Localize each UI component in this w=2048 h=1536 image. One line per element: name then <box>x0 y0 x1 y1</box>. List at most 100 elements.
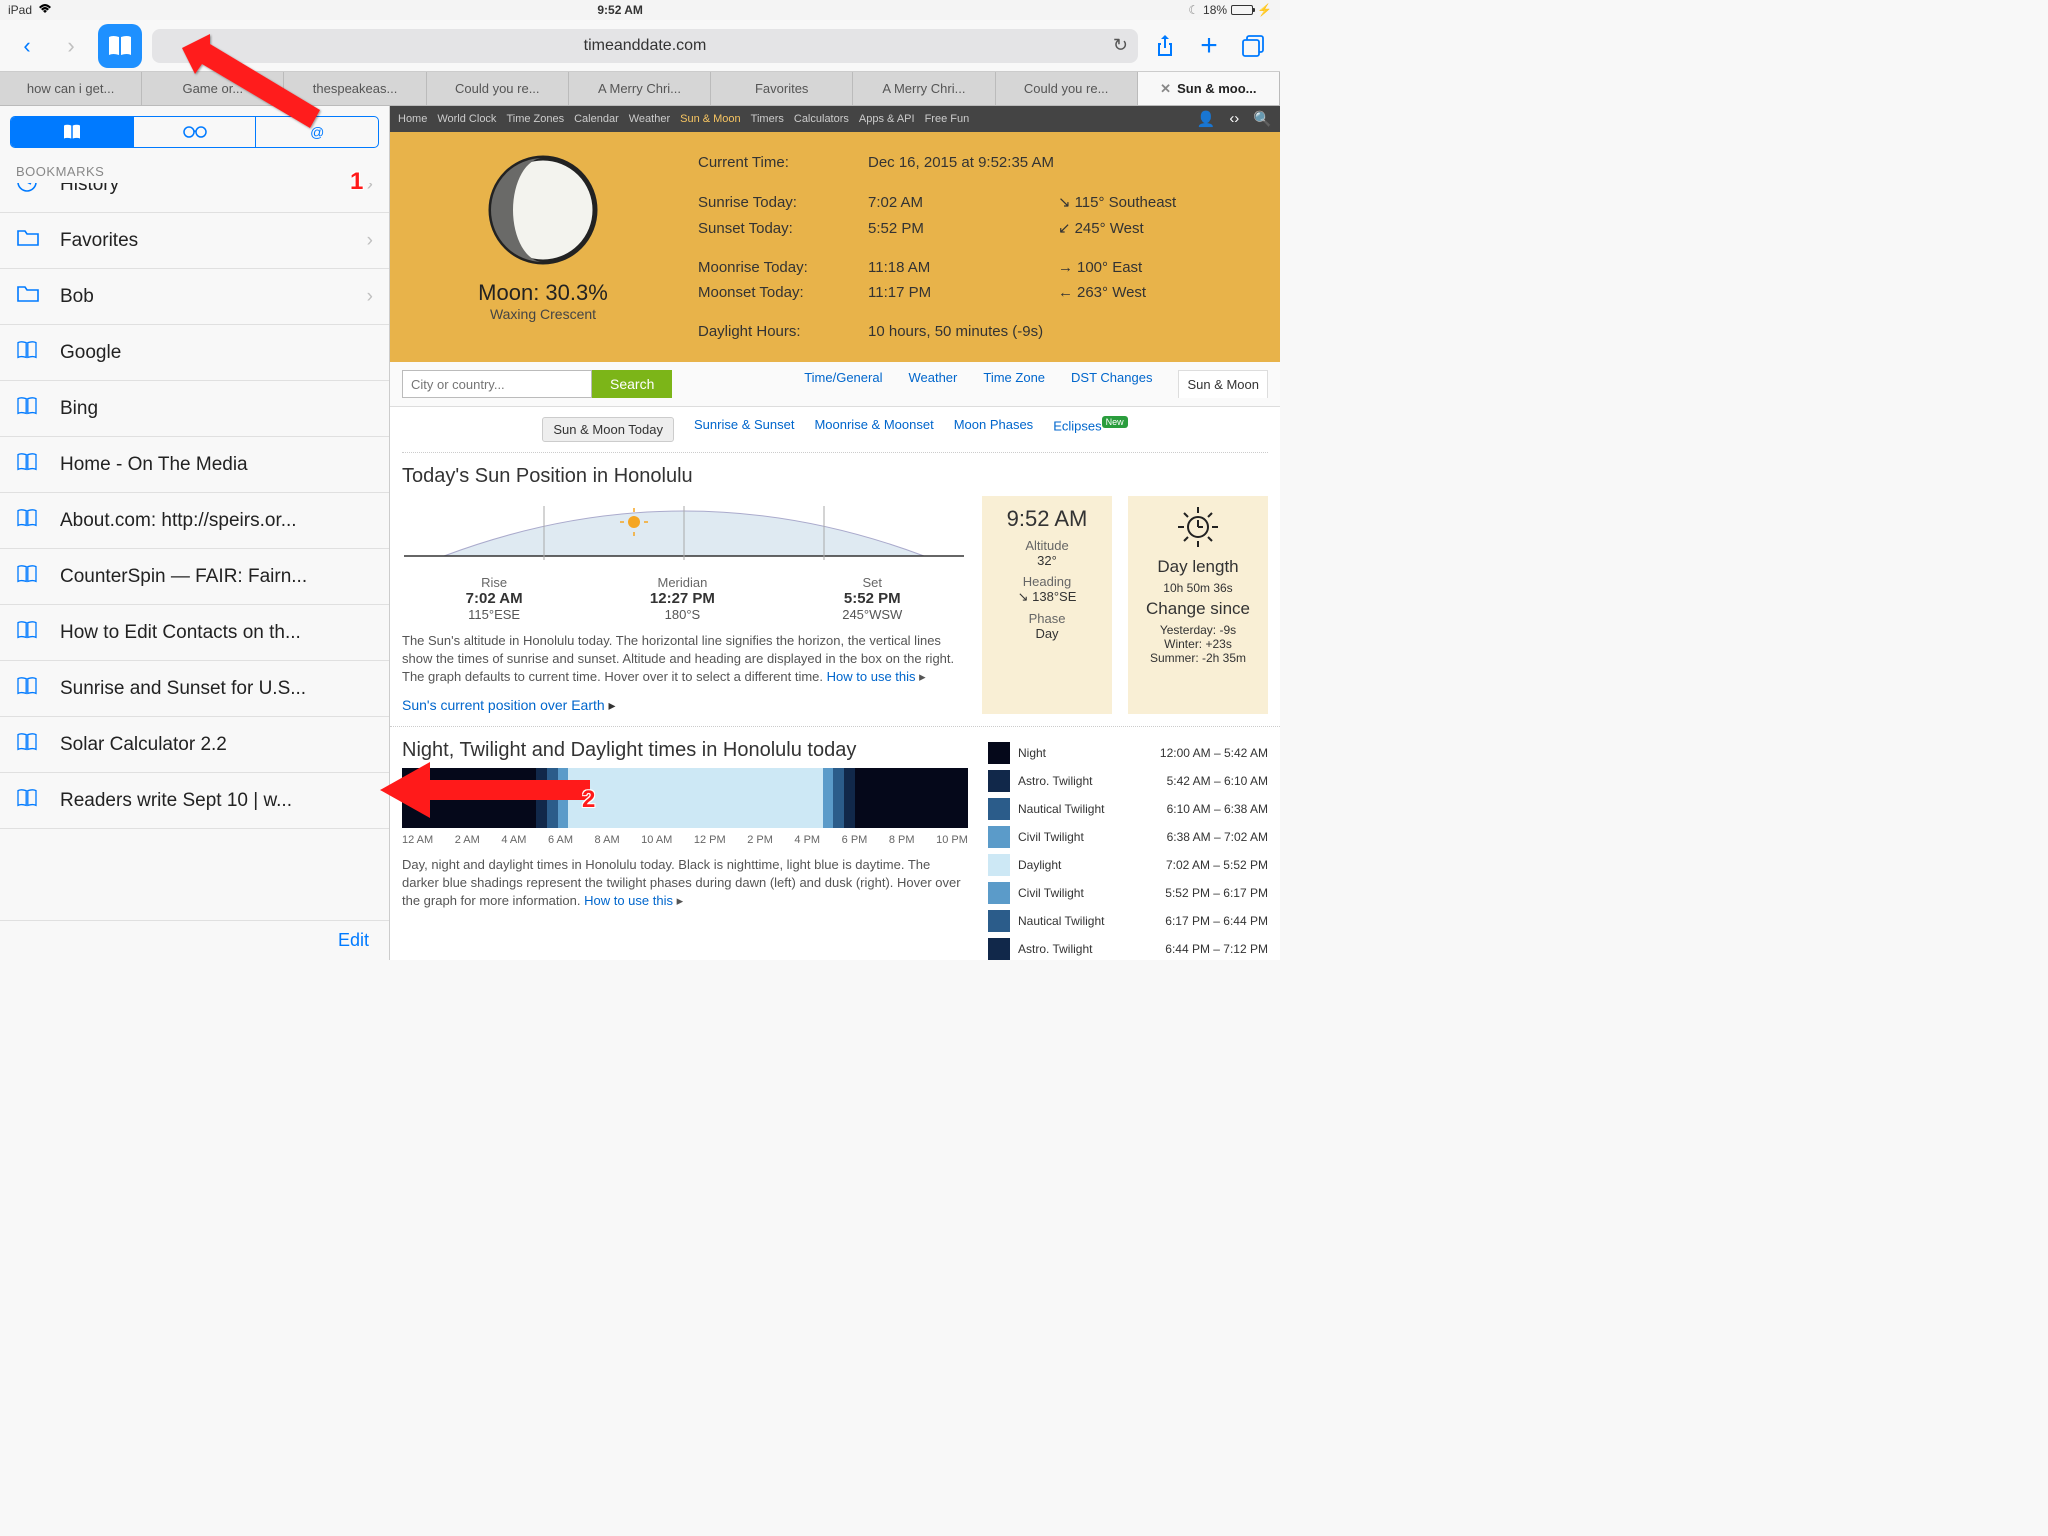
sidebar-item-1[interactable]: Favorites› <box>0 213 389 269</box>
new-tab-button[interactable]: + <box>1192 29 1226 63</box>
subtab-eclipses[interactable]: EclipsesNew <box>1053 417 1127 442</box>
book-icon <box>16 733 46 757</box>
sidebar-item-6[interactable]: About.com: http://speirs.or... <box>0 493 389 549</box>
tab-0[interactable]: how can i get... <box>0 72 142 105</box>
city-search-input[interactable] <box>402 370 592 398</box>
sidebar-item-11[interactable]: Readers write Sept 10 | w... <box>0 773 389 829</box>
nav-world-clock[interactable]: World Clock <box>437 113 496 125</box>
sidebar-item-7[interactable]: CounterSpin — FAIR: Fairn... <box>0 549 389 605</box>
tab-2[interactable]: thespeakeas... <box>284 72 426 105</box>
device-label: iPad <box>8 3 32 17</box>
twilight-heading: Night, Twilight and Daylight times in Ho… <box>402 739 968 762</box>
twilight-chart[interactable]: Night, Twilight and Daylight times in Ho… <box>402 739 968 960</box>
url-bar[interactable]: timeanddate.com ↻ <box>152 29 1138 63</box>
search-icon[interactable]: 🔍 <box>1253 110 1272 128</box>
search-row: Search Time/General Weather Time Zone DS… <box>390 362 1280 407</box>
sidebar-item-5[interactable]: Home - On The Media <box>0 437 389 493</box>
book-icon <box>16 789 46 813</box>
back-button[interactable]: ‹ <box>10 29 44 63</box>
sun-position-chart[interactable]: Rise7:02 AM115°ESE Meridian12:27 PM180°S… <box>402 496 966 714</box>
tabs-button[interactable] <box>1236 29 1270 63</box>
seg-reading-list[interactable] <box>134 117 257 147</box>
nav-free-fun[interactable]: Free Fun <box>925 113 970 125</box>
nav-calendar[interactable]: Calendar <box>574 113 619 125</box>
sun-current-position-link[interactable]: Sun's current position over Earth <box>402 697 605 713</box>
book-icon <box>16 621 46 645</box>
share-page-icon[interactable]: ‹› <box>1229 110 1239 128</box>
share-button[interactable] <box>1148 29 1182 63</box>
tab-7[interactable]: Could you re... <box>996 72 1138 105</box>
legend-swatch <box>988 882 1010 904</box>
tab-row: how can i get... Game or... thespeakeas.… <box>0 72 1280 106</box>
chevron-right-icon: › <box>367 230 373 252</box>
url-text: timeanddate.com <box>584 37 707 55</box>
tab-8-active[interactable]: ✕Sun & moo... <box>1138 72 1280 105</box>
sublink-time-zone[interactable]: Time Zone <box>983 370 1045 398</box>
sublink-time-general[interactable]: Time/General <box>804 370 882 398</box>
legend-row: Astro. Twilight6:44 PM – 7:12 PM <box>988 935 1268 960</box>
tab-3[interactable]: Could you re... <box>427 72 569 105</box>
sidebar-item-label: Bing <box>60 398 373 420</box>
nav-weather[interactable]: Weather <box>629 113 670 125</box>
sidebar-item-8[interactable]: How to Edit Contacts on th... <box>0 605 389 661</box>
sidebar-footer: Edit <box>0 920 389 960</box>
tab-6[interactable]: A Merry Chri... <box>853 72 995 105</box>
legend-swatch <box>988 854 1010 876</box>
legend-swatch <box>988 826 1010 848</box>
tab-4[interactable]: A Merry Chri... <box>569 72 711 105</box>
sidebar-item-label: Readers write Sept 10 | w... <box>60 790 373 812</box>
edit-button[interactable]: Edit <box>338 930 369 951</box>
sidebar-item-2[interactable]: Bob› <box>0 269 389 325</box>
twilight-legend: Night12:00 AM – 5:42 AMAstro. Twilight5:… <box>988 739 1268 960</box>
sun-info-box: 9:52 AM Altitude 32° Heading ↘ 138°SE Ph… <box>982 496 1112 714</box>
legend-swatch <box>988 910 1010 932</box>
tab-5[interactable]: Favorites <box>711 72 853 105</box>
book-icon <box>16 565 46 589</box>
sublink-sun-moon-current[interactable]: Sun & Moon <box>1178 370 1268 398</box>
sidebar-item-9[interactable]: Sunrise and Sunset for U.S... <box>0 661 389 717</box>
sublink-weather[interactable]: Weather <box>908 370 957 398</box>
nav-sun-moon[interactable]: Sun & Moon <box>680 113 741 125</box>
sidebar-item-label: History <box>60 183 367 196</box>
folder-icon <box>16 228 46 254</box>
folder-icon <box>16 284 46 310</box>
battery-percent: 18% <box>1203 3 1227 17</box>
sidebar-item-3[interactable]: Google <box>0 325 389 381</box>
legend-row: Daylight7:02 AM – 5:52 PM <box>988 851 1268 879</box>
how-to-use-link[interactable]: How to use this <box>827 669 916 684</box>
tab-1[interactable]: Game or... <box>142 72 284 105</box>
how-to-use-link-2[interactable]: How to use this <box>584 893 673 908</box>
reload-icon[interactable]: ↻ <box>1113 35 1128 56</box>
account-icon[interactable]: 👤 <box>1197 110 1216 128</box>
twilight-segment <box>568 768 823 828</box>
forward-button[interactable]: › <box>54 29 88 63</box>
nav-home[interactable]: Home <box>398 113 427 125</box>
page-content: Home World Clock Time Zones Calendar Wea… <box>390 106 1280 960</box>
seg-bookmarks[interactable] <box>11 117 134 147</box>
bookmarks-button[interactable] <box>98 24 142 68</box>
subtab-sun-moon-today[interactable]: Sun & Moon Today <box>542 417 674 442</box>
nav-apps-api[interactable]: Apps & API <box>859 113 915 125</box>
subtab-moon-phases[interactable]: Moon Phases <box>954 417 1034 442</box>
sidebar-item-label: Bob <box>60 286 367 308</box>
close-tab-icon[interactable]: ✕ <box>1160 81 1171 97</box>
subtab-moonrise-moonset[interactable]: Moonrise & Moonset <box>814 417 933 442</box>
sublink-dst[interactable]: DST Changes <box>1071 370 1152 398</box>
twilight-segment <box>402 768 536 828</box>
sidebar-item-label: Solar Calculator 2.2 <box>60 734 373 756</box>
twilight-segment <box>833 768 844 828</box>
nav-timers[interactable]: Timers <box>751 113 784 125</box>
sidebar-list: History›Favorites›Bob›GoogleBingHome - O… <box>0 183 389 920</box>
legend-row: Nautical Twilight6:10 AM – 6:38 AM <box>988 795 1268 823</box>
sidebar-item-10[interactable]: Solar Calculator 2.2 <box>0 717 389 773</box>
nav-time-zones[interactable]: Time Zones <box>506 113 564 125</box>
twilight-segment <box>558 768 567 828</box>
subtab-sunrise-sunset[interactable]: Sunrise & Sunset <box>694 417 794 442</box>
seg-shared-links[interactable]: @ <box>256 117 378 147</box>
legend-row: Nautical Twilight6:17 PM – 6:44 PM <box>988 907 1268 935</box>
search-button[interactable]: Search <box>592 370 672 398</box>
sidebar-item-4[interactable]: Bing <box>0 381 389 437</box>
legend-row: Civil Twilight5:52 PM – 6:17 PM <box>988 879 1268 907</box>
sidebar-item-0[interactable]: History› <box>0 183 389 213</box>
nav-calculators[interactable]: Calculators <box>794 113 849 125</box>
